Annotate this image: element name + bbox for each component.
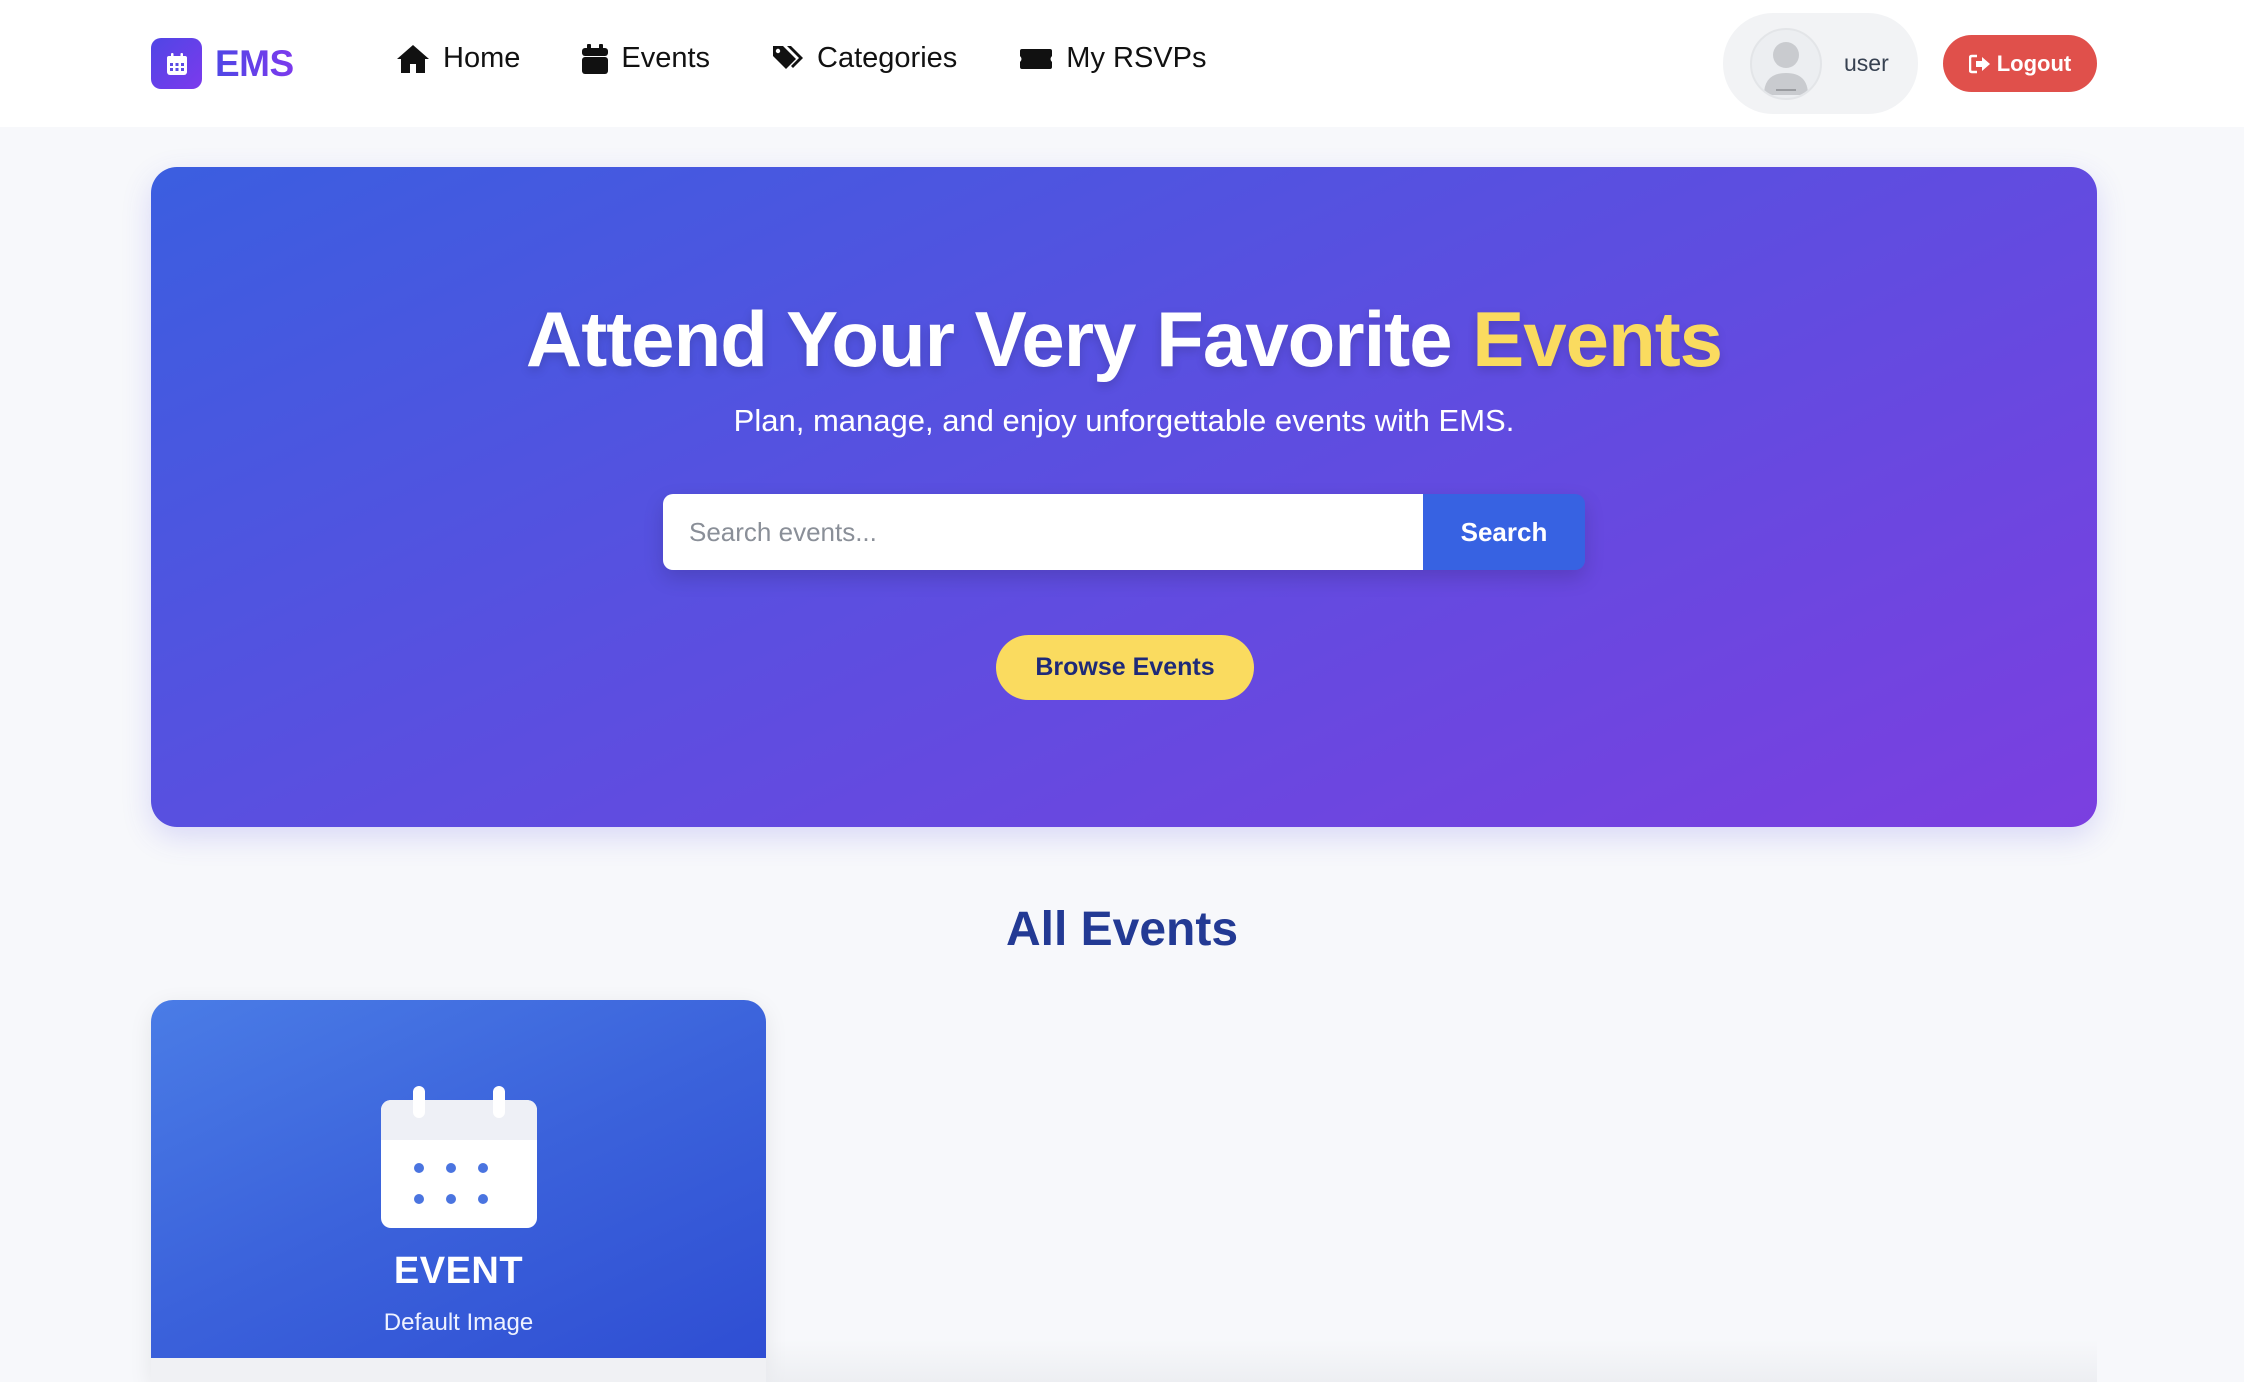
search-button[interactable]: Search bbox=[1423, 494, 1585, 570]
user-avatar-icon bbox=[1750, 27, 1822, 100]
nav-label-my-rsvps: My RSVPs bbox=[1066, 42, 1207, 74]
page-fade bbox=[766, 1340, 2097, 1382]
search-bar: Search bbox=[663, 494, 1585, 570]
brand-logo[interactable]: EMS bbox=[151, 38, 294, 89]
username: user bbox=[1844, 50, 1889, 76]
search-input[interactable] bbox=[663, 494, 1423, 570]
calendar-icon bbox=[381, 1086, 537, 1233]
section-title-all-events: All Events bbox=[1005, 903, 1239, 956]
home-icon bbox=[397, 44, 429, 73]
tags-icon bbox=[773, 45, 804, 69]
brand-name: EMS bbox=[215, 42, 294, 84]
logout-icon bbox=[1968, 54, 1990, 73]
calendar-icon bbox=[582, 43, 609, 74]
nav-item-my-rsvps[interactable]: My RSVPs bbox=[1019, 42, 1206, 75]
navbar: EMS Home Events Categories My RSVPs user… bbox=[0, 0, 2244, 127]
main-nav: Home Events Categories My RSVPs bbox=[396, 42, 1268, 75]
hero-title: Attend Your Very Favorite Events bbox=[151, 294, 2097, 385]
hero-subtitle: Plan, manage, and enjoy unforgettable ev… bbox=[733, 403, 1515, 438]
hero-banner: Attend Your Very Favorite Events Plan, m… bbox=[151, 167, 2097, 827]
nav-item-home[interactable]: Home bbox=[396, 42, 520, 75]
event-card[interactable]: EVENT Default Image bbox=[151, 1000, 766, 1382]
hero-title-accent: Events bbox=[1472, 295, 1723, 383]
hero-title-main: Attend Your Very Favorite bbox=[525, 295, 1473, 383]
nav-item-events[interactable]: Events bbox=[582, 42, 710, 75]
browse-events-button[interactable]: Browse Events bbox=[996, 635, 1254, 700]
calendar-icon bbox=[151, 38, 202, 89]
event-card-subtitle: Default Image bbox=[383, 1309, 534, 1336]
logout-label: Logout bbox=[1996, 50, 2072, 76]
logout-button[interactable]: Logout bbox=[1943, 35, 2097, 92]
user-menu[interactable]: user bbox=[1723, 13, 1918, 114]
event-card-title: EVENT bbox=[393, 1250, 524, 1292]
event-card-image: EVENT Default Image bbox=[151, 1000, 766, 1358]
nav-label-categories: Categories bbox=[817, 42, 958, 74]
nav-item-categories[interactable]: Categories bbox=[772, 42, 957, 75]
nav-label-events: Events bbox=[621, 42, 711, 74]
nav-label-home: Home bbox=[443, 42, 521, 74]
ticket-icon bbox=[1020, 48, 1053, 69]
